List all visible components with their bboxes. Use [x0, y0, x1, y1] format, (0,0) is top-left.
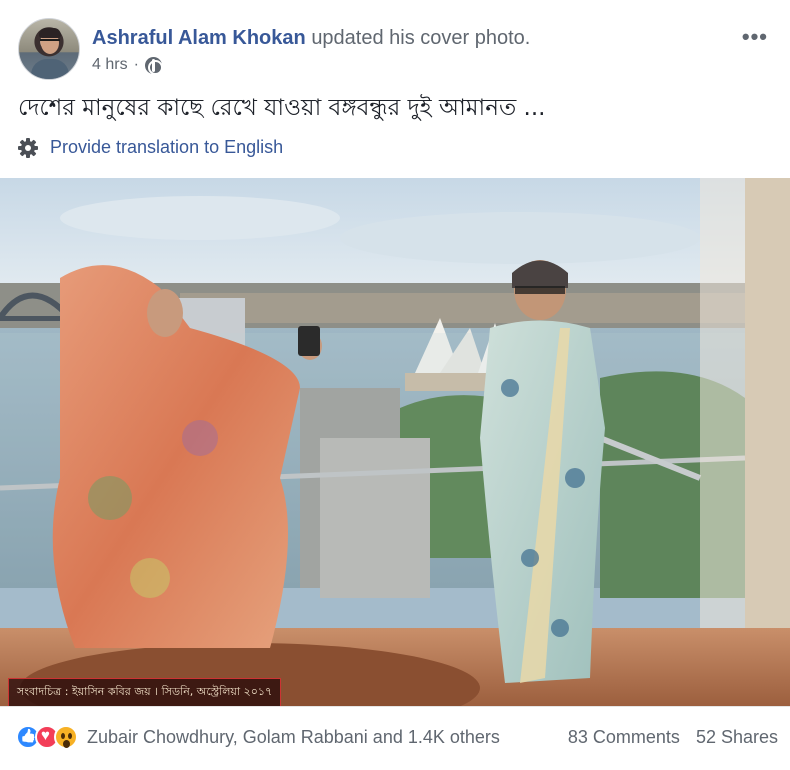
wow-eye	[68, 733, 72, 739]
saree-pattern	[565, 468, 585, 488]
reaction-icons[interactable]	[16, 725, 78, 749]
post-meta: 4 hrs ·	[92, 56, 163, 75]
post-title-line: Ashraful Alam Khokan updated his cover p…	[92, 26, 530, 50]
distant-city	[180, 293, 745, 323]
cover-photo-illustration	[0, 178, 790, 706]
phone	[298, 326, 320, 356]
reaction-names-link[interactable]: Zubair Chowdhury, Golam Rabbani and 1.4K…	[87, 727, 500, 748]
cloud	[340, 212, 700, 264]
saree-pattern	[130, 558, 170, 598]
more-options-icon[interactable]: •••	[742, 24, 768, 50]
wow-mouth	[63, 740, 70, 748]
avatar-hair	[39, 28, 61, 38]
saree-pattern	[551, 619, 569, 637]
gear-icon	[18, 137, 38, 158]
translate-link[interactable]: Provide translation to English	[18, 137, 283, 158]
woman-right-glasses	[515, 286, 565, 294]
author-name-link[interactable]: Ashraful Alam Khokan	[92, 27, 306, 49]
meta-separator: ·	[133, 56, 139, 73]
saree-pattern	[501, 379, 519, 397]
engagement-counts: 83 Comments 52 Shares	[568, 727, 778, 748]
shares-count-link[interactable]: 52 Shares	[696, 727, 778, 748]
avatar-shirt	[31, 59, 69, 79]
wow-eye	[61, 733, 65, 739]
post-action-text: updated his cover photo.	[311, 27, 531, 49]
post-timestamp[interactable]: 4 hrs	[92, 56, 128, 74]
photo-credit: সংবাদচিত্র : ইয়াসিন কবির জয় । সিডনি, অ…	[8, 678, 282, 707]
post-caption: দেশের মানুষের কাছে রেখে যাওয়া বঙ্গবন্ধু…	[18, 95, 546, 121]
post-header: Ashraful Alam Khokan updated his cover p…	[18, 18, 778, 88]
comments-count-link[interactable]: 83 Comments	[568, 727, 680, 748]
post-footer: Zubair Chowdhury, Golam Rabbani and 1.4K…	[16, 720, 778, 754]
wow-icon	[54, 725, 78, 749]
facebook-post: Ashraful Alam Khokan updated his cover p…	[0, 0, 790, 770]
saree-pattern	[521, 549, 539, 567]
woman-left-face	[147, 289, 183, 337]
author-avatar[interactable]	[18, 18, 80, 80]
saree-pattern	[182, 420, 218, 456]
translate-label: Provide translation to English	[50, 137, 284, 157]
cloud	[60, 196, 340, 240]
footer-divider	[0, 706, 790, 707]
cover-photo[interactable]	[0, 178, 790, 706]
gear-body	[21, 140, 35, 155]
right-pillar-edge	[700, 178, 745, 706]
right-pillar	[745, 178, 790, 706]
avatar-glasses	[40, 39, 60, 43]
globe-icon[interactable]	[144, 56, 163, 75]
saree-pattern	[88, 476, 132, 520]
